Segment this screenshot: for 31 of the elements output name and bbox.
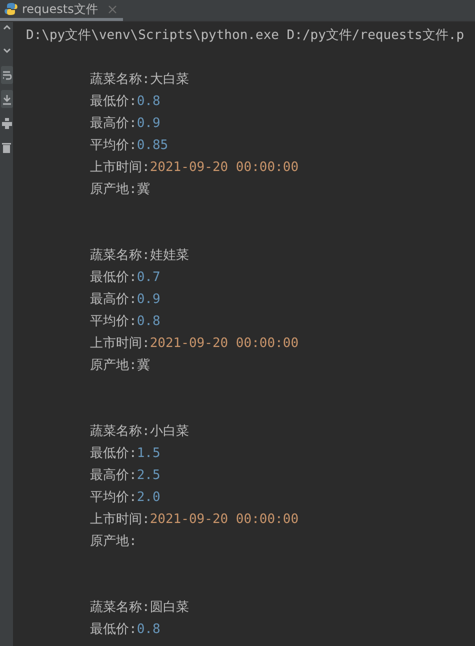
command-line: D:\py文件\venv\Scripts\python.exe D:/py文件/requests文件.p: [26, 27, 466, 45]
console-line: 最高价:0.9: [90, 115, 162, 133]
console-line: 平均价:0.8: [90, 313, 162, 331]
console-line: 原产地:冀: [90, 357, 151, 375]
console-line: 原产地:冀: [90, 181, 151, 199]
console-line: 蔬菜名称:大白菜: [90, 71, 190, 89]
console-line: 平均价:0.85: [90, 137, 170, 155]
console-line: 最低价:0.8: [90, 93, 162, 111]
console-line: 上市时间:2021-09-20 00:00:00: [90, 159, 300, 177]
arrow-up-icon: [2, 24, 10, 30]
toolbar-button[interactable]: [0, 66, 12, 84]
console-line: 平均价:2.0: [90, 489, 162, 507]
python-icon: [4, 2, 18, 16]
soft-wrap-icon: [2, 70, 12, 80]
console-line: 上市时间:2021-09-20 00:00:00: [90, 335, 300, 353]
scroll-to-end-icon: [2, 94, 12, 104]
console-line: 最低价:0.8: [90, 621, 162, 639]
console-line: 蔬菜名称:小白菜: [90, 423, 190, 441]
toolbar-button[interactable]: [0, 90, 12, 108]
console-line: 最低价:0.7: [90, 269, 162, 287]
console-line: 最低价:1.5: [90, 445, 162, 463]
console-line: 原产地:: [90, 533, 138, 551]
console-line: 蔬菜名称:圆白菜: [90, 599, 190, 617]
console-line: 蔬菜名称:娃娃菜: [90, 247, 190, 265]
console-line: 上市时间:2021-09-20 00:00:00: [90, 511, 300, 529]
trash-icon: [2, 142, 11, 152]
printer-icon: [2, 118, 12, 128]
arrow-down-icon: [2, 48, 10, 54]
editor-tab[interactable]: requests文件: [0, 0, 123, 21]
console-line: 最高价:0.9: [90, 291, 162, 309]
console-line: 最高价:2.5: [90, 467, 162, 485]
